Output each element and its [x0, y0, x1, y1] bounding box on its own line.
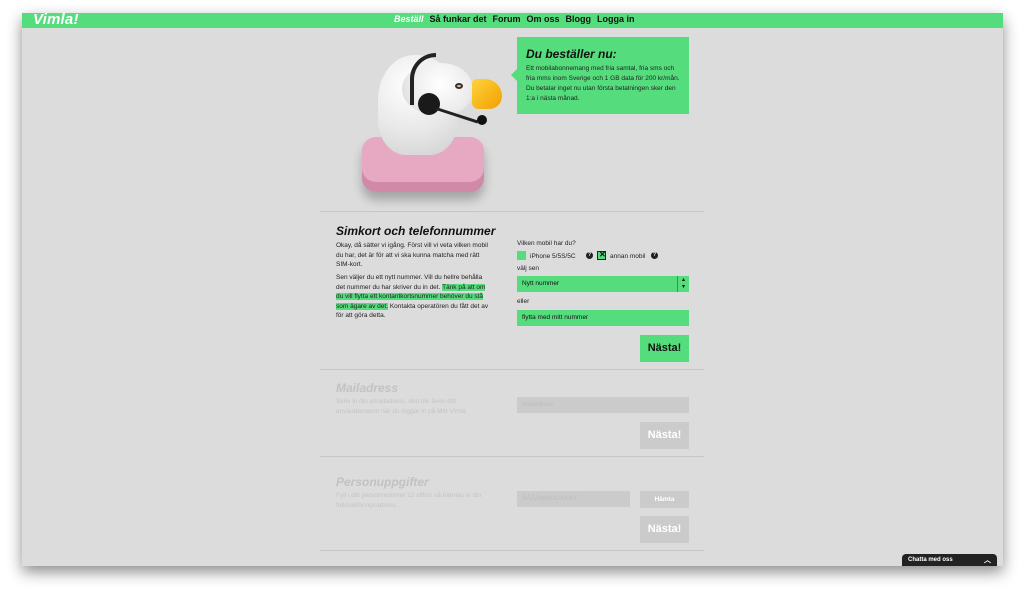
top-nav-bar: Vimla! Beställ Så funkar det Forum Om os… [22, 13, 1003, 28]
chevron-updown-icon: ▴ ▾ [677, 276, 689, 292]
help-icon[interactable]: ? [586, 252, 593, 259]
personal-number-field[interactable]: ÅÅÅÅMMDDXXXX [517, 491, 630, 507]
nav-item-om-oss[interactable]: Om oss [527, 14, 560, 24]
fetch-button[interactable]: Hämta [640, 491, 689, 508]
number-select[interactable]: Nytt nummer ▴ ▾ [517, 276, 689, 292]
nav-item-bestall[interactable]: Beställ [394, 14, 424, 24]
nav-item-logga-in[interactable]: Logga in [597, 14, 635, 24]
main-nav: Beställ Så funkar det Forum Om oss Blogg… [394, 14, 635, 24]
personal-section-text: Fyll i ditt personnummer 12 siffror så h… [336, 492, 482, 509]
eagle-mascot-illustration [352, 35, 502, 200]
number-select-value: Nytt nummer [522, 280, 560, 287]
other-phone-checkbox[interactable] [597, 250, 606, 260]
iphone-checkbox[interactable] [517, 251, 526, 260]
or-label: eller [517, 298, 530, 305]
headset-mic [477, 115, 487, 125]
mail-section-text: Skriv in din emailadress, den blir även … [336, 398, 468, 415]
bubble-text: Ett mobilabonnemang med fria samtal, fri… [526, 65, 680, 102]
sim-number-text: Sen väljer du ett nytt nummer. Vill du h… [336, 273, 491, 321]
eagle-eye [455, 83, 463, 89]
nav-item-blogg[interactable]: Blogg [566, 14, 592, 24]
headset-earpiece [418, 93, 440, 115]
nav-item-forum[interactable]: Forum [493, 14, 521, 24]
sim-intro-text: Okay, då sätter vi igång. Först vill vi … [336, 242, 488, 268]
divider [320, 456, 704, 457]
sim-section-title: Simkort och telefonnummer [336, 224, 496, 238]
chevron-up-icon: ︿ [984, 557, 991, 564]
move-number-input[interactable]: flytta med mitt nummer [517, 310, 689, 326]
divider [320, 369, 704, 370]
personal-next-button[interactable]: Nästa! [640, 516, 689, 543]
chat-tab-label: Chatta med oss [908, 557, 953, 563]
divider [320, 550, 704, 551]
divider [320, 211, 704, 212]
bubble-title: Du beställer nu: [526, 47, 617, 61]
mail-section-title: Mailadress [336, 381, 399, 395]
phone-question-label: Vilken mobil har du? [517, 240, 576, 247]
order-summary-bubble: Du beställer nu: Ett mobilabonnemang med… [511, 37, 689, 114]
other-phone-label: annan mobil [610, 253, 646, 260]
personal-section-title: Personuppgifter [336, 475, 429, 489]
choose-later-label: välj sen [517, 265, 540, 272]
mail-next-button[interactable]: Nästa! [640, 422, 689, 449]
vimla-logo[interactable]: Vimla! [33, 13, 79, 28]
chat-tab[interactable]: Chatta med oss ︿ [902, 554, 997, 566]
email-field[interactable]: Mailadress [517, 397, 689, 413]
nav-item-sa-funkar-det[interactable]: Så funkar det [430, 14, 487, 24]
iphone-option-label: iPhone 5/5S/5C [530, 253, 576, 260]
eagle-beak [472, 79, 502, 109]
sim-next-button[interactable]: Nästa! [640, 335, 689, 362]
browser-window: Vimla! Beställ Så funkar det Forum Om os… [22, 13, 1003, 566]
help-icon[interactable]: ? [651, 252, 658, 259]
